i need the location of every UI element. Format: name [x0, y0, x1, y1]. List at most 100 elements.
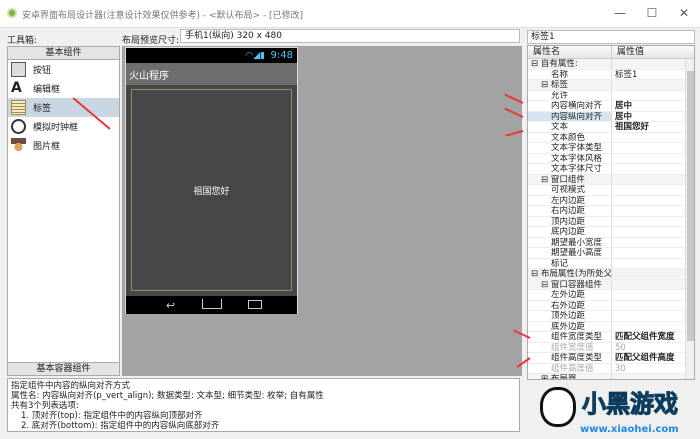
property-row[interactable]: 组件宽度值 50	[528, 342, 694, 353]
maximize-button[interactable]: ☐	[638, 4, 666, 22]
property-value[interactable]	[612, 290, 694, 300]
tool-item-image[interactable]: 图片框	[8, 136, 119, 155]
property-row[interactable]: 底外边距	[528, 321, 694, 332]
property-value[interactable]	[612, 374, 694, 379]
property-row[interactable]: 文本字体尺寸	[528, 164, 694, 175]
property-name: ⊞ 布局器	[528, 374, 612, 379]
label-icon	[11, 100, 26, 115]
property-value[interactable]	[612, 80, 694, 90]
property-value[interactable]	[612, 311, 694, 321]
property-value[interactable]	[612, 143, 694, 153]
description-panel: 指定组件中内容的纵向对齐方式 属性名: 内容纵向对齐(p_vert_align)…	[7, 378, 520, 432]
property-row[interactable]: 顶外边距	[528, 311, 694, 322]
edit-box-icon: A	[11, 80, 22, 96]
property-value[interactable]	[612, 154, 694, 164]
property-value[interactable]: 祖国您好	[612, 122, 694, 132]
tool-item-label[interactable]: 标签	[8, 98, 119, 117]
property-value[interactable]: 居中	[612, 112, 694, 122]
wifi-signal-battery-icon: ◠◢▮	[245, 51, 265, 61]
property-name: 内容纵向对齐	[528, 111, 612, 121]
property-name: 组件宽度值	[528, 342, 612, 352]
property-value[interactable]: 匹配父组件宽度	[612, 332, 694, 342]
property-row[interactable]: 左内边距	[528, 195, 694, 206]
property-row[interactable]: 文本字体风格	[528, 153, 694, 164]
button-icon	[11, 62, 26, 77]
property-value[interactable]: 标签1	[612, 70, 694, 80]
property-row[interactable]: ⊟ 自有属性:	[528, 59, 694, 70]
description-option: 2. 底对齐(bottom): 指定组件中的内容纵向底部对齐	[21, 421, 220, 431]
property-name: 组件宽度类型	[528, 332, 612, 342]
property-row[interactable]: 底内边距	[528, 227, 694, 238]
property-value[interactable]	[612, 259, 694, 269]
property-row[interactable]: 文本 祖国您好	[528, 122, 694, 133]
tool-item-clock[interactable]: 模拟时钟框	[8, 117, 119, 136]
property-name: 底内边距	[528, 227, 612, 237]
property-value[interactable]: 匹配父组件高度	[612, 353, 694, 363]
property-value[interactable]: 50	[612, 343, 694, 353]
property-row[interactable]: 期望最小高度	[528, 248, 694, 259]
app-title-bar: 火山程序	[126, 63, 297, 85]
property-value[interactable]	[612, 301, 694, 311]
property-value[interactable]	[612, 238, 694, 248]
property-row[interactable]: 右内边距	[528, 206, 694, 217]
close-button[interactable]: ✕	[670, 4, 698, 22]
property-row[interactable]: ⊟ 标签	[528, 80, 694, 91]
property-row[interactable]: 组件高度值 30	[528, 363, 694, 374]
property-row[interactable]: 名称 标签1	[528, 69, 694, 80]
toolbox-header[interactable]: 基本组件	[8, 47, 119, 60]
property-row[interactable]: 允许	[528, 90, 694, 101]
property-name: 左外边距	[528, 290, 612, 300]
watermark-logo: 小黑游戏 www.xiaohei.com	[540, 382, 700, 439]
property-row[interactable]: 文本字体类型	[528, 143, 694, 154]
property-value[interactable]	[612, 59, 694, 69]
property-row[interactable]: 文本颜色	[528, 132, 694, 143]
property-name: 标记	[528, 258, 612, 268]
property-value[interactable]	[612, 185, 694, 195]
property-row[interactable]: ⊟ 窗口容器组件	[528, 279, 694, 290]
container-toolbox-header[interactable]: 基本容器组件	[8, 362, 119, 375]
tool-item-edit-box[interactable]: A 编辑框	[8, 79, 119, 98]
property-row[interactable]: 顶内边距	[528, 216, 694, 227]
label-widget[interactable]: 祖国您好	[131, 89, 292, 291]
property-row[interactable]: 期望最小宽度	[528, 237, 694, 248]
scrollbar-thumb[interactable]	[687, 71, 694, 341]
property-row[interactable]: ⊟ 布局属性(为所处父组件提供):	[528, 269, 694, 280]
property-row[interactable]: 内容纵向对齐 居中	[528, 111, 694, 122]
property-value[interactable]	[612, 175, 694, 185]
property-rows: ⊟ 自有属性: 名称 标签1 ⊟ 标签 允许 内容横向对齐 居中 内容纵向对齐 居中 文本 祖国您好…	[528, 59, 694, 379]
property-name: 文本字体类型	[528, 143, 612, 153]
property-name: 期望最小高度	[528, 248, 612, 258]
label-widget-text: 祖国您好	[193, 186, 230, 197]
property-row[interactable]: 可视模式	[528, 185, 694, 196]
property-row[interactable]: 组件高度类型 匹配父组件高度	[528, 353, 694, 364]
property-row[interactable]: 右外边距	[528, 300, 694, 311]
property-row[interactable]: 组件宽度类型 匹配父组件宽度	[528, 332, 694, 343]
preview-size-select[interactable]: 手机1(纵向) 320 x 480	[180, 29, 520, 43]
property-row[interactable]: ⊟ 窗口组件	[528, 174, 694, 185]
minimize-button[interactable]: —	[606, 4, 634, 22]
property-row[interactable]: 标记	[528, 258, 694, 269]
description-line: 共有3个列表选项:	[11, 401, 79, 411]
property-value[interactable]	[612, 280, 694, 290]
property-value[interactable]	[612, 196, 694, 206]
property-value[interactable]	[612, 91, 694, 101]
property-value[interactable]	[612, 227, 694, 237]
property-value[interactable]	[612, 269, 694, 279]
component-select[interactable]: 标签1	[527, 30, 695, 44]
property-scrollbar[interactable]	[685, 59, 694, 379]
property-value[interactable]	[612, 133, 694, 143]
property-name: 组件高度类型	[528, 353, 612, 363]
property-row[interactable]: 内容横向对齐 居中	[528, 101, 694, 112]
property-value[interactable]	[612, 206, 694, 216]
property-value[interactable]	[612, 217, 694, 227]
property-row[interactable]: ⊞ 布局器	[528, 374, 694, 379]
property-name: 可视模式	[528, 185, 612, 195]
property-value[interactable]: 居中	[612, 101, 694, 111]
property-value[interactable]	[612, 164, 694, 174]
property-name: 组件高度值	[528, 363, 612, 373]
property-value[interactable]	[612, 322, 694, 332]
property-value[interactable]: 30	[612, 364, 694, 374]
tool-item-button[interactable]: 按钮	[8, 60, 119, 79]
property-row[interactable]: 左外边距	[528, 290, 694, 301]
property-value[interactable]	[612, 248, 694, 258]
